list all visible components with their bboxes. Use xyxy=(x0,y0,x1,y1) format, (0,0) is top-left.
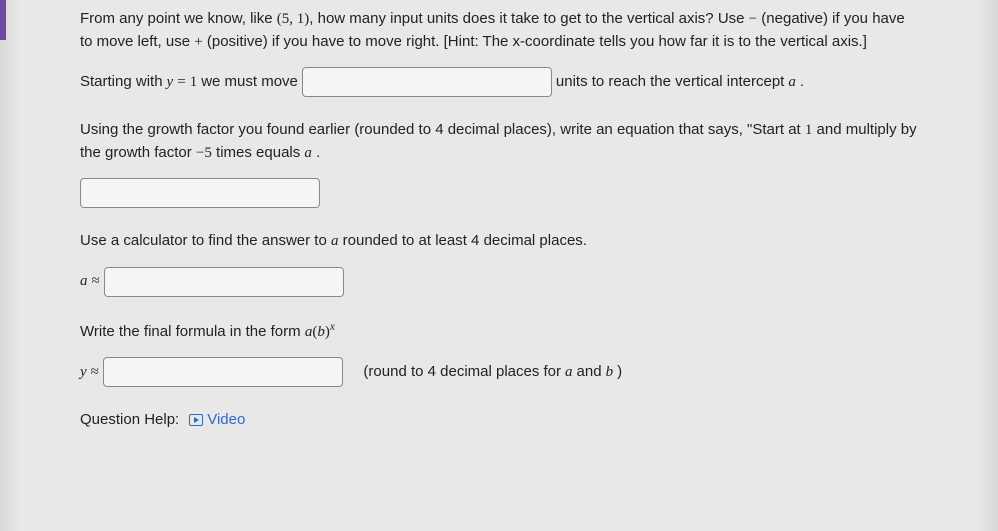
question-help-label: Question Help: xyxy=(80,409,179,432)
q1-a: a xyxy=(788,71,796,94)
video-link[interactable]: Video xyxy=(189,409,245,432)
question-1-row: Starting with y = 1 we must move units t… xyxy=(80,67,918,97)
question-3-text: Use a calculator to find the answer to a… xyxy=(80,230,918,253)
q2-post: times equals xyxy=(212,144,305,161)
q3-a-label: a xyxy=(80,270,88,293)
q4-approx: ≈ xyxy=(91,361,99,384)
q4-y-label: y xyxy=(80,361,87,384)
q2-period: . xyxy=(312,144,320,161)
video-icon xyxy=(189,414,203,426)
q4-hint-post: ) xyxy=(617,361,622,384)
intro-text: From any point we know, like xyxy=(80,10,277,27)
q4-hint-pre: (round to 4 decimal places for xyxy=(363,361,561,384)
plus-sign: + xyxy=(194,34,202,50)
question-2-paragraph: Using the growth factor you found earlie… xyxy=(80,119,918,164)
q4-hint-a: a xyxy=(565,361,573,384)
q4-b: b xyxy=(317,324,325,340)
q3-pre: Use a calculator to find the answer to xyxy=(80,232,331,249)
q1-pre: Starting with xyxy=(80,71,163,94)
q4-hint-b: b xyxy=(606,361,614,384)
a-approx-row: a ≈ xyxy=(80,267,918,297)
q1-post: units to reach the vertical intercept xyxy=(556,71,784,94)
equation-input[interactable] xyxy=(80,178,320,208)
q4-x: x xyxy=(330,321,335,333)
equation-input-block xyxy=(80,178,918,208)
q4-hint-and: and xyxy=(577,361,602,384)
point-sep: , xyxy=(289,11,297,27)
q1-eq: = xyxy=(177,71,185,94)
intro-text-2: , how many input units does it take to g… xyxy=(309,10,748,27)
q1-one: 1 xyxy=(190,71,198,94)
y-approx-row: y ≈ (round to 4 decimal places for a and… xyxy=(80,357,918,387)
q1-y: y xyxy=(167,71,174,94)
q2-neg5: −5 xyxy=(196,145,212,161)
q3-approx: ≈ xyxy=(92,270,100,293)
q4-pre: Write the final formula in the form xyxy=(80,323,305,340)
question-help-row: Question Help: Video xyxy=(80,409,918,432)
question-4-text: Write the final formula in the form a(b)… xyxy=(80,319,918,344)
q2-a: a xyxy=(304,145,312,161)
intro-paragraph: From any point we know, like (5, 1), how… xyxy=(80,8,918,53)
intro-text-4: (positive) if you have to move right. [H… xyxy=(203,33,867,50)
y-formula-input[interactable] xyxy=(103,357,343,387)
q2-line1: Using the growth factor you found earlie… xyxy=(80,121,805,138)
a-value-input[interactable] xyxy=(104,267,344,297)
minus-sign: − xyxy=(749,11,757,27)
units-input[interactable] xyxy=(302,67,552,97)
q1-mid: we must move xyxy=(201,71,298,94)
video-link-label: Video xyxy=(207,409,245,432)
q3-post: rounded to at least 4 decimal places. xyxy=(338,232,586,249)
q1-period: . xyxy=(800,71,804,94)
